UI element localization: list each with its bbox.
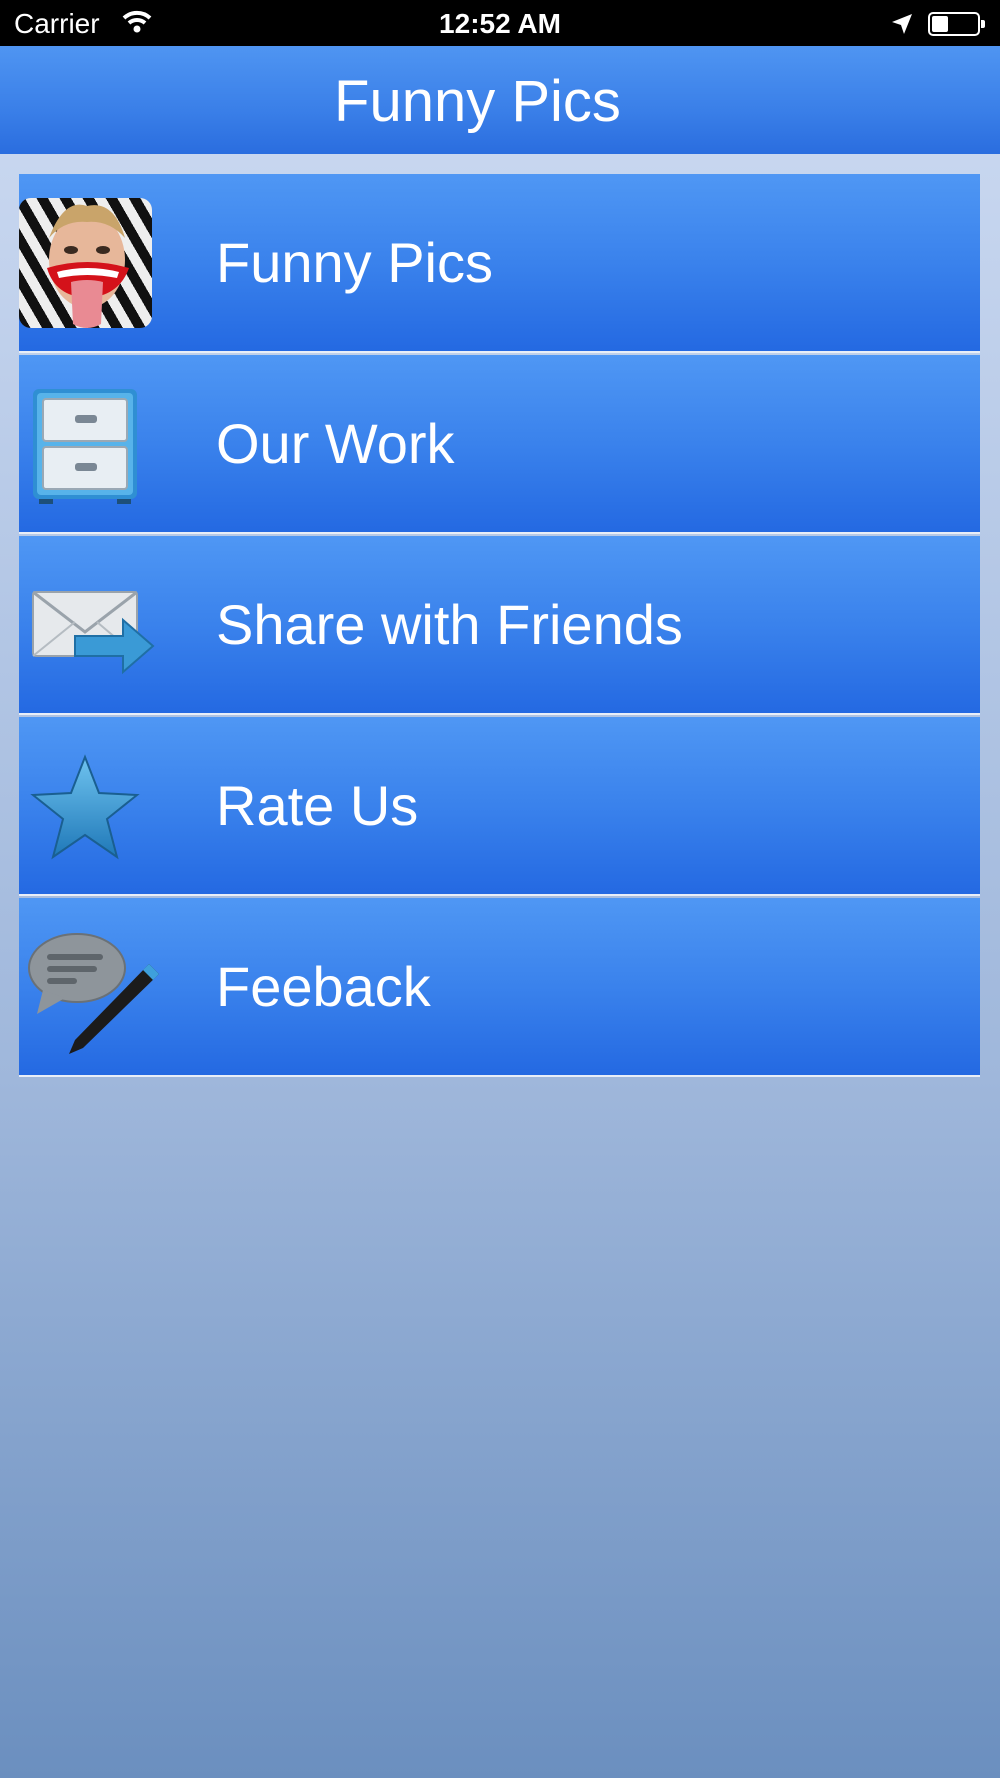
status-bar: Carrier 12:52 AM <box>0 0 1000 46</box>
star-icon <box>19 739 169 874</box>
file-cabinet-icon <box>19 377 169 512</box>
page-title: Funny Pics <box>334 69 621 134</box>
menu-item-label: Rate Us <box>216 774 419 837</box>
clock: 12:52 AM <box>439 8 561 39</box>
menu-item-our-work[interactable]: Our Work <box>19 355 980 534</box>
nav-bar: Funny Pics <box>0 46 1000 154</box>
location-arrow-icon <box>890 12 914 41</box>
menu-item-label: Feeback <box>216 955 431 1018</box>
menu-item-label: Share with Friends <box>216 593 683 656</box>
funny-photo-icon <box>19 198 152 328</box>
mail-forward-icon <box>19 558 169 693</box>
menu-item-funny-pics[interactable]: Funny Pics <box>19 174 980 353</box>
menu-item-label: Our Work <box>216 412 455 475</box>
menu-item-label: Funny Pics <box>216 231 493 294</box>
menu-item-rate-us[interactable]: Rate Us <box>19 717 980 896</box>
menu-list: Funny Pics Our Work Share with Friends R… <box>19 174 980 1079</box>
menu-item-share-with-friends[interactable]: Share with Friends <box>19 536 980 715</box>
comment-pencil-icon <box>19 920 169 1055</box>
battery-icon <box>928 12 985 36</box>
menu-item-feedback[interactable]: Feeback <box>19 898 980 1077</box>
